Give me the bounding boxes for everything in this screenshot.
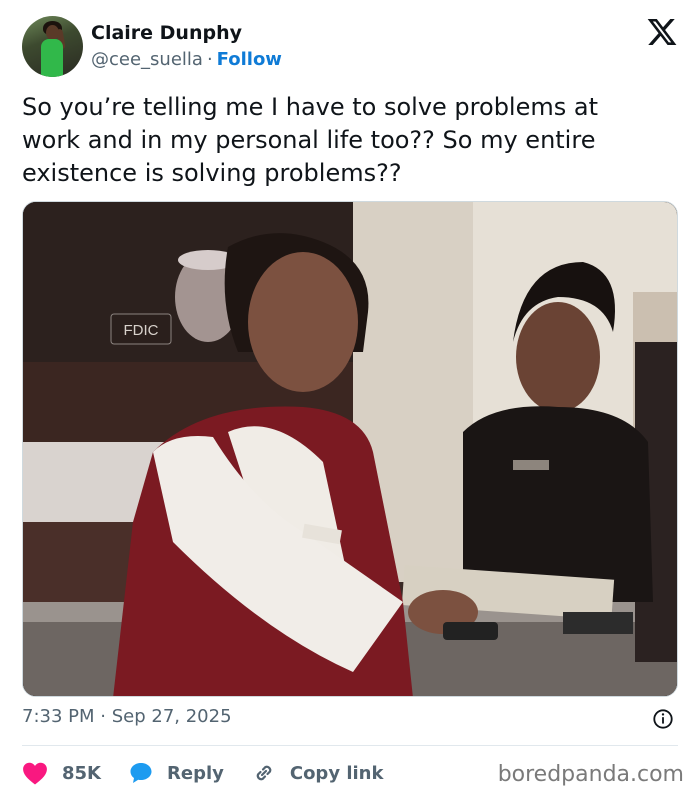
copy-link-button[interactable]: Copy link <box>252 761 384 785</box>
like-button[interactable]: 85K <box>22 761 101 785</box>
tweet-timestamp[interactable]: 7:33 PM · Sep 27, 2025 <box>22 706 232 727</box>
reply-label: Reply <box>167 762 224 784</box>
tweet-text: So you’re telling me I have to solve pro… <box>22 93 598 187</box>
link-icon <box>256 765 272 781</box>
photo-illustration: FDIC <box>23 202 677 696</box>
avatar[interactable] <box>22 16 83 77</box>
handle-separator: · <box>206 49 213 70</box>
copy-link-label: Copy link <box>289 762 384 784</box>
tweet-date: Sep 27, 2025 <box>111 706 232 727</box>
follow-button[interactable]: Follow <box>217 49 282 70</box>
divider <box>22 745 678 746</box>
tweet-header: Claire Dunphy @cee_suella · Follow <box>22 16 682 78</box>
speech-bubble-icon <box>130 763 152 783</box>
author-handle-row: @cee_suella · Follow <box>91 49 282 70</box>
tweet-actions: 85K Reply Copy link <box>22 758 411 788</box>
author-handle[interactable]: @cee_suella <box>91 49 203 70</box>
reply-button[interactable]: Reply <box>129 761 224 785</box>
tweet-card: Claire Dunphy @cee_suella · Follow So you’… <box>0 0 700 799</box>
watermark: boredpanda.com <box>497 762 684 787</box>
tweet-time: 7:33 PM <box>22 706 95 727</box>
timestamp-separator: · <box>100 706 106 727</box>
info-icon[interactable] <box>652 708 674 730</box>
fdic-sign-text: FDIC <box>124 322 159 339</box>
like-count: 85K <box>62 762 101 784</box>
x-logo-icon[interactable] <box>646 16 678 48</box>
author-name[interactable]: Claire Dunphy <box>91 22 242 44</box>
heart-icon <box>23 762 47 785</box>
tweet-media-photo[interactable]: FDIC <box>22 201 678 697</box>
